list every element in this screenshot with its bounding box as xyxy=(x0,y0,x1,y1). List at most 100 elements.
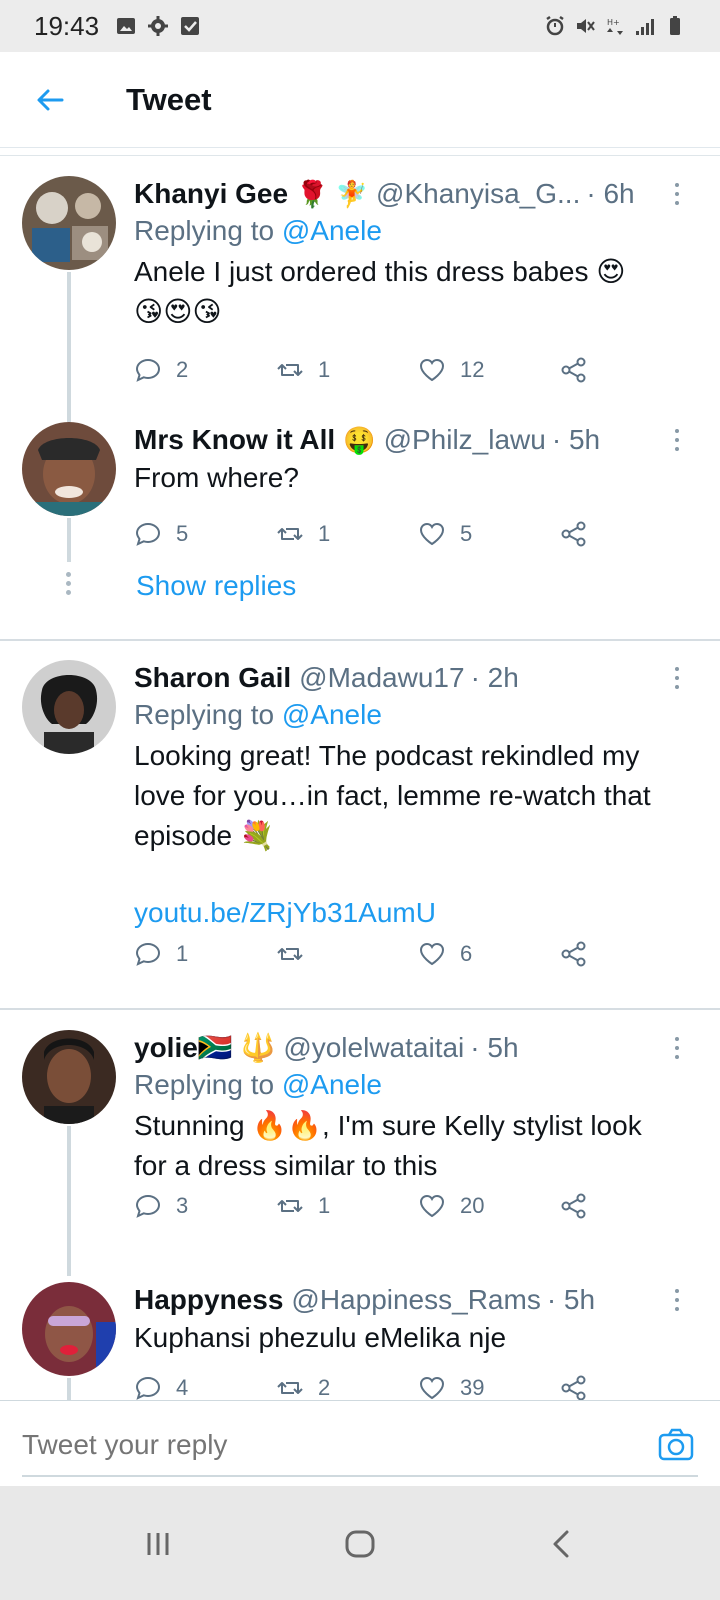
thread-line xyxy=(67,1126,71,1276)
user-handle[interactable]: @Philz_lawu xyxy=(384,422,546,458)
divider xyxy=(0,639,720,641)
mute-icon xyxy=(577,19,595,33)
display-name[interactable]: yolie🇿🇦 🔱 xyxy=(134,1030,275,1066)
replying-to-label: Replying to xyxy=(134,215,275,246)
recent-apps-icon xyxy=(147,1533,169,1555)
thread-line xyxy=(67,272,71,422)
settings-icon xyxy=(148,16,169,36)
avatar[interactable] xyxy=(22,176,116,270)
retweet-button[interactable] xyxy=(276,940,318,968)
tweet-text-line1: Stunning 🔥🔥, I'm sure Kelly stylist look xyxy=(134,1110,642,1141)
tweet-link[interactable]: youtu.be/ZRjYb31AumU xyxy=(134,894,690,932)
share-button[interactable] xyxy=(560,356,588,384)
share-button[interactable] xyxy=(560,520,588,548)
reply-button[interactable]: 2 xyxy=(134,356,188,384)
retweet-button[interactable]: 1 xyxy=(276,356,330,384)
share-icon xyxy=(561,941,586,967)
tweet-text: From where? xyxy=(134,462,299,493)
status-time: 19:43 xyxy=(34,10,100,41)
reply-button[interactable]: 5 xyxy=(134,520,188,548)
alarm-icon xyxy=(546,15,564,36)
like-button[interactable]: 6 xyxy=(418,940,472,968)
tweet-content: Happyness @Happiness_Rams · 5h Kuphansi … xyxy=(134,1282,690,1358)
camera-icon xyxy=(658,1428,694,1461)
display-name[interactable]: Mrs Know it All xyxy=(134,422,335,458)
home-button[interactable] xyxy=(338,1522,382,1566)
tweet-time: · 5h xyxy=(551,424,601,455)
reply-button[interactable]: 1 xyxy=(134,940,188,968)
reply-icon xyxy=(135,942,161,966)
back-nav-button[interactable] xyxy=(540,1522,584,1566)
like-button[interactable]: 5 xyxy=(418,520,472,548)
share-icon xyxy=(561,521,586,547)
tweet-text: Anele I just ordered this dress babes 😍 xyxy=(134,256,626,287)
reply-button[interactable]: 4 xyxy=(134,1374,188,1402)
replying-to: Replying to @Anele xyxy=(134,1066,690,1104)
share-button[interactable] xyxy=(560,940,588,968)
avatar-image xyxy=(22,1030,116,1124)
display-name[interactable]: Happyness xyxy=(134,1282,283,1318)
display-name[interactable]: Khanyi Gee xyxy=(134,176,288,212)
more-icon[interactable] xyxy=(664,176,690,212)
tweet-header: Happyness @Happiness_Rams · 5h xyxy=(134,1282,690,1318)
show-replies-link[interactable]: Show replies xyxy=(136,570,296,602)
reply-count: 5 xyxy=(176,521,189,546)
user-handle[interactable]: @Madawu17 xyxy=(299,660,464,696)
replying-to-label: Replying to xyxy=(134,1069,275,1100)
more-icon[interactable] xyxy=(664,422,690,458)
retweet-icon xyxy=(277,1382,303,1394)
system-nav-bar xyxy=(0,1486,720,1600)
tweet-content: Mrs Know it All 🤑 @Philz_lawu · 5h From … xyxy=(134,422,690,498)
status-bar: 19:43 H+ xyxy=(0,0,720,52)
avatar[interactable] xyxy=(22,1282,116,1376)
reply-button[interactable]: 3 xyxy=(134,1192,188,1220)
share-button[interactable] xyxy=(560,1192,588,1220)
like-icon xyxy=(419,1194,445,1218)
avatar[interactable] xyxy=(22,660,116,754)
reply-underline xyxy=(22,1475,698,1477)
svg-text:H+: H+ xyxy=(607,18,620,27)
tweet-time: · 5h xyxy=(470,1032,519,1063)
retweet-count: 2 xyxy=(318,1375,331,1400)
mention-link[interactable]: @Anele xyxy=(282,1069,382,1100)
tweet-actions: 1 6 xyxy=(134,934,604,974)
like-button[interactable]: 12 xyxy=(418,356,484,384)
like-button[interactable]: 39 xyxy=(418,1374,484,1402)
retweet-button[interactable]: 2 xyxy=(276,1374,330,1402)
tweet-time: · 2h xyxy=(470,662,519,693)
reply-icon xyxy=(135,1376,161,1400)
display-name[interactable]: Sharon Gail xyxy=(134,660,291,696)
retweet-button[interactable]: 1 xyxy=(276,520,330,548)
tweet-text-line1: Looking great! The podcast rekindled my xyxy=(134,740,640,771)
retweet-button[interactable]: 1 xyxy=(276,1192,330,1220)
more-icon[interactable] xyxy=(664,660,690,696)
tweet-text-line2: love for you…in fact, lemme re-watch tha… xyxy=(134,780,651,811)
more-icon[interactable] xyxy=(664,1030,690,1066)
back-button[interactable] xyxy=(20,70,80,130)
user-handle[interactable]: @Khanyisa_G... xyxy=(376,176,580,212)
replying-to: Replying to @Anele xyxy=(134,212,690,250)
tweet-actions: 2 1 12 xyxy=(134,350,604,390)
top-app-bar: Tweet xyxy=(0,52,720,148)
user-handle[interactable]: @Happiness_Rams xyxy=(291,1282,540,1318)
tweet-header: Mrs Know it All 🤑 @Philz_lawu · 5h xyxy=(134,422,690,458)
tweet-header: Sharon Gail @Madawu17 · 2h xyxy=(134,660,690,696)
replying-to-label: Replying to xyxy=(134,699,275,730)
avatar-image xyxy=(22,422,116,516)
mention-link[interactable]: @Anele xyxy=(282,215,382,246)
more-icon[interactable] xyxy=(664,1282,690,1318)
like-count: 12 xyxy=(460,357,485,382)
tweet-actions: 3 1 20 xyxy=(134,1186,604,1226)
reply-input[interactable] xyxy=(22,1423,622,1467)
user-handle[interactable]: @yolelwataitai xyxy=(283,1030,464,1066)
camera-button[interactable] xyxy=(656,1425,696,1465)
mention-link[interactable]: @Anele xyxy=(282,699,382,730)
reply-count: 4 xyxy=(176,1375,189,1400)
avatar[interactable] xyxy=(22,1030,116,1124)
avatar[interactable] xyxy=(22,422,116,516)
share-button[interactable] xyxy=(560,1374,588,1402)
like-button[interactable]: 20 xyxy=(418,1192,484,1220)
gallery-icon xyxy=(117,18,136,34)
recent-apps-button[interactable] xyxy=(136,1522,180,1566)
thread-line xyxy=(67,518,71,562)
